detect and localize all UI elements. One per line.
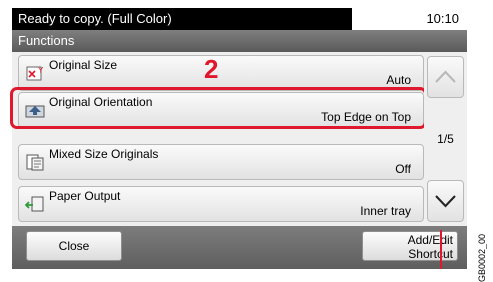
original-size-icon: Y bbox=[26, 66, 44, 81]
function-item-label: Paper Output bbox=[49, 189, 121, 203]
function-item-value: Inner tray bbox=[360, 204, 411, 218]
clock: 10:10 bbox=[426, 11, 459, 26]
footer-bar: Close Add/Edit Shortcut bbox=[12, 226, 467, 269]
page-indicator: 1/5 bbox=[437, 132, 454, 146]
figure-id: GB0002_00 bbox=[477, 234, 487, 282]
status-bar: Ready to copy. (Full Color) 10:10 bbox=[12, 8, 467, 30]
function-item-value: Off bbox=[395, 162, 411, 176]
function-item-label: Original Size bbox=[49, 58, 118, 72]
svg-text:Y: Y bbox=[38, 66, 44, 75]
function-item-paper-output[interactable]: Paper Output Inner tray bbox=[18, 186, 424, 222]
chevron-down-icon bbox=[435, 195, 456, 208]
paper-output-icon bbox=[25, 196, 44, 212]
function-item-mixed-size-originals[interactable]: Mixed Size Originals Off bbox=[18, 144, 424, 180]
status-message: Ready to copy. (Full Color) bbox=[12, 8, 352, 30]
function-item-label: Mixed Size Originals bbox=[49, 147, 159, 161]
mixed-size-originals-icon bbox=[26, 154, 44, 171]
scroll-bar: 1/5 bbox=[424, 52, 467, 226]
chevron-up-icon bbox=[435, 70, 456, 83]
scroll-down-button[interactable] bbox=[427, 180, 464, 222]
close-button[interactable]: Close bbox=[26, 231, 122, 261]
callout-line bbox=[440, 230, 442, 269]
function-item-original-size[interactable]: Y Original Size Auto bbox=[18, 55, 424, 91]
step-number: 2 bbox=[204, 54, 219, 84]
screen-title: Functions bbox=[12, 30, 467, 52]
add-edit-shortcut-button[interactable]: Add/Edit Shortcut bbox=[362, 231, 458, 261]
function-item-value: Auto bbox=[386, 73, 411, 87]
copy-functions-screen: Ready to copy. (Full Color) 10:10 Functi… bbox=[0, 0, 474, 269]
scroll-up-button[interactable] bbox=[427, 56, 464, 98]
highlight-frame bbox=[10, 87, 427, 129]
